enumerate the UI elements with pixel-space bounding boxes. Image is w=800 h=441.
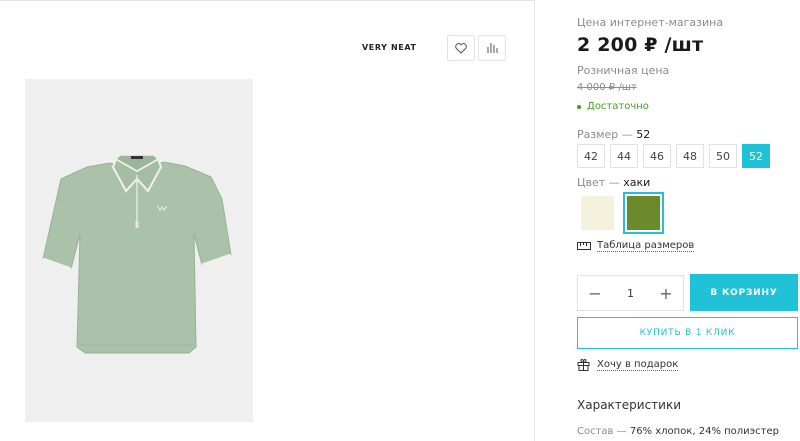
size-table-link[interactable]: Таблица размеров (577, 240, 695, 252)
size-label-row: Размер — 52 (577, 128, 650, 141)
size-option-46[interactable]: 46 (643, 144, 671, 168)
size-dash: — (621, 128, 633, 141)
stock-status-text: Достаточно (587, 101, 649, 112)
buy-one-click-button[interactable]: КУПИТЬ В 1 КЛИК (577, 317, 798, 349)
selected-size: 52 (636, 128, 651, 141)
size-label: Размер (577, 128, 619, 141)
heart-icon (455, 42, 467, 54)
brand-name[interactable]: VERY NEAT (362, 43, 417, 52)
composition-label: Состав (577, 426, 614, 437)
quantity-stepper: − 1 + (577, 275, 684, 311)
size-option-50[interactable]: 50 (709, 144, 737, 168)
product-info-pane: Цена интернет-магазина 2 200 ₽ /шт Розни… (577, 0, 800, 441)
color-swatch-cream[interactable] (577, 192, 618, 234)
characteristics-title: Характеристики (577, 398, 682, 412)
size-option-52[interactable]: 52 (742, 144, 770, 168)
size-table-label: Таблица размеров (597, 240, 695, 252)
online-price: 2 200 ₽ /шт (577, 34, 704, 56)
swatch-fill (627, 196, 660, 230)
quantity-value[interactable]: 1 (627, 287, 634, 300)
composition-value: 76% хлопок, 24% полиэстер (629, 426, 779, 437)
compare-button[interactable] (478, 35, 506, 61)
add-to-cart-button[interactable]: В КОРЗИНУ (690, 274, 798, 311)
online-price-label: Цена интернет-магазина (577, 16, 724, 29)
composition-row: Состав — 76% хлопок, 24% полиэстер (577, 426, 779, 437)
color-label-row: Цвет — хаки (577, 176, 650, 189)
bar-chart-icon (487, 43, 498, 53)
stock-dot-icon (577, 104, 581, 109)
size-option-42[interactable]: 42 (577, 144, 605, 168)
product-photo[interactable] (25, 79, 253, 422)
stock-status: Достаточно (577, 101, 649, 112)
retail-price: 4 000 ₽ /шт (577, 82, 637, 93)
selected-color: хаки (623, 176, 651, 189)
size-option-44[interactable]: 44 (610, 144, 638, 168)
retail-price-label: Розничная цена (577, 64, 670, 77)
gift-label: Хочу в подарок (597, 358, 679, 371)
quantity-increase-button[interactable]: + (659, 284, 673, 303)
gift-icon (577, 358, 590, 371)
quantity-decrease-button[interactable]: − (588, 284, 602, 303)
gift-link[interactable]: Хочу в подарок (577, 358, 679, 371)
size-option-48[interactable]: 48 (676, 144, 704, 168)
color-dash: — (608, 176, 620, 189)
favorite-button[interactable] (447, 35, 475, 61)
gallery-pane: VERY NEAT (0, 0, 535, 441)
size-options: 42 44 46 48 50 52 (577, 144, 770, 168)
color-swatches (577, 192, 664, 234)
color-swatch-khaki[interactable] (623, 192, 664, 234)
ruler-icon (577, 242, 591, 250)
polo-shirt-image (42, 154, 232, 354)
swatch-fill (581, 196, 614, 230)
color-label: Цвет (577, 176, 606, 189)
composition-dash: — (616, 426, 627, 437)
